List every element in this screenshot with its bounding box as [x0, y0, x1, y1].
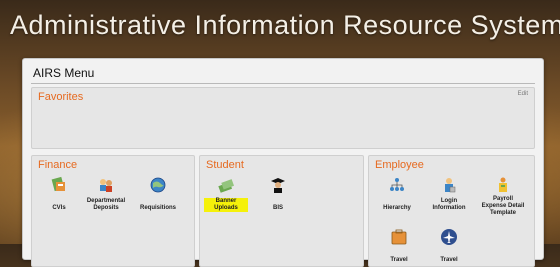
finance-requisitions-tile[interactable]: Requisitions: [136, 176, 180, 214]
employee-travel-plane-tile[interactable]: Travel: [427, 228, 471, 266]
travel-plane-icon: [441, 229, 457, 245]
travel-icon: [391, 229, 407, 245]
graduate-icon: [271, 178, 285, 193]
menu-divider: [31, 83, 535, 84]
student-banner-uploads-label: Banner Uploads: [204, 198, 248, 212]
finance-section: Finance CVIs Departmental Deposits Requi…: [31, 155, 195, 267]
finance-requisitions-label: Requisitions: [139, 205, 176, 211]
airs-menu-panel: AIRS Menu Favorites Edit Finance CVIs De…: [22, 58, 544, 267]
finance-deposits-tile[interactable]: Departmental Deposits: [84, 176, 128, 214]
banner-uploads-icon: [218, 179, 235, 193]
globe-icon: [150, 177, 166, 193]
finance-cvis-tile[interactable]: CVIs: [37, 176, 81, 214]
employee-travel-label: Travel: [390, 257, 408, 263]
app-title: Administrative Information Resource Syst…: [10, 10, 560, 40]
payroll-icon: [499, 177, 507, 192]
employee-section: Employee Hierarchy Login Information Pay…: [368, 155, 535, 267]
employee-login-tile[interactable]: Login Information: [427, 176, 471, 214]
favorites-title: Favorites: [38, 91, 84, 103]
student-section: Student Banner Uploads BIS: [199, 155, 364, 267]
student-bis-tile[interactable]: BIS: [256, 176, 300, 214]
student-bis-label: BIS: [272, 205, 283, 211]
finance-title: Finance: [38, 159, 78, 171]
student-banner-uploads-tile[interactable]: Banner Uploads: [204, 176, 248, 214]
cvi-icon: [51, 176, 65, 192]
login-icon: [445, 178, 456, 193]
finance-deposits-label: Departmental Deposits: [86, 198, 126, 211]
employee-travel-tile[interactable]: Travel: [377, 228, 421, 266]
deposits-icon: [100, 179, 112, 192]
employee-login-label: Login Information: [432, 198, 466, 211]
employee-payroll-tile[interactable]: Payroll Expense Detail Template: [481, 176, 525, 219]
employee-title: Employee: [375, 159, 424, 171]
menu-title: AIRS Menu: [33, 66, 95, 80]
favorites-edit-link[interactable]: Edit: [518, 91, 528, 97]
student-title: Student: [206, 159, 244, 171]
favorites-section: Favorites Edit: [31, 87, 535, 149]
employee-payroll-label: Payroll Expense Detail Template: [481, 196, 525, 216]
finance-cvis-label: CVIs: [52, 205, 66, 211]
employee-travel-plane-label: Travel: [440, 257, 458, 263]
employee-hierarchy-label: Hierarchy: [383, 205, 411, 211]
hierarchy-icon: [390, 178, 404, 191]
employee-hierarchy-tile[interactable]: Hierarchy: [375, 176, 419, 214]
